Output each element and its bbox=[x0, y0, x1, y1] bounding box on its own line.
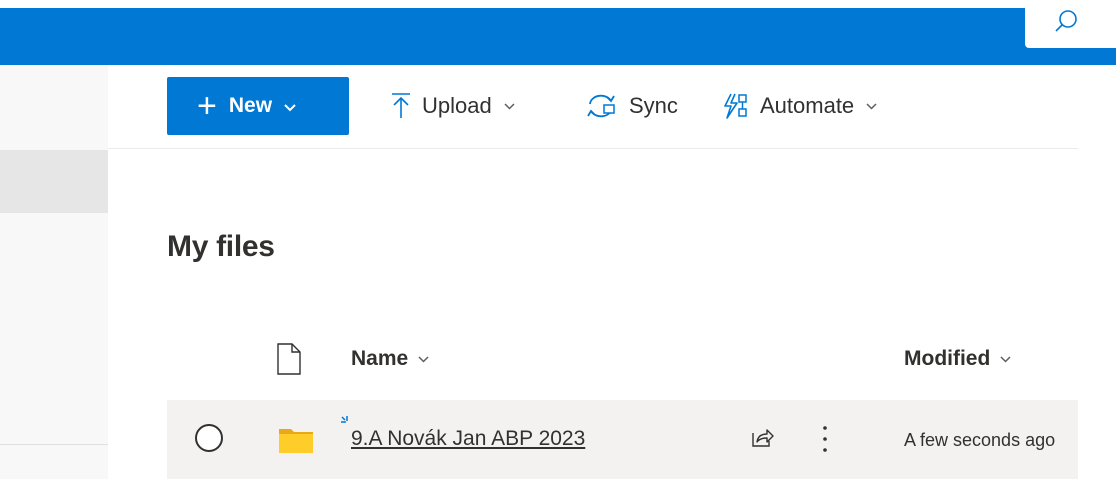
name-column-label: Name bbox=[351, 347, 409, 370]
chevron-down-icon bbox=[284, 94, 296, 118]
chevron-down-icon bbox=[1000, 355, 1011, 363]
chevron-down-icon bbox=[866, 102, 877, 110]
modified-column-label: Modified bbox=[904, 347, 991, 370]
nav-divider bbox=[0, 444, 108, 445]
more-icon[interactable] bbox=[821, 424, 829, 454]
sync-label: Sync bbox=[629, 93, 678, 118]
sync-button[interactable]: Sync bbox=[583, 77, 678, 135]
share-icon[interactable] bbox=[750, 425, 774, 449]
page-title: My files bbox=[167, 230, 275, 263]
search-icon[interactable] bbox=[1053, 9, 1079, 35]
automate-icon bbox=[722, 92, 750, 120]
left-navigation bbox=[0, 65, 108, 479]
file-name-link[interactable]: 9.A Novák Jan ABP 2023 bbox=[351, 427, 585, 451]
plus-icon: + bbox=[197, 87, 217, 125]
new-button-label: New bbox=[228, 94, 273, 117]
suite-header-bar bbox=[0, 8, 1116, 65]
nav-item-selected[interactable] bbox=[0, 150, 108, 213]
search-box[interactable] bbox=[1025, 0, 1116, 48]
automate-label: Automate bbox=[760, 93, 855, 118]
top-edge bbox=[0, 0, 1116, 8]
file-type-icon bbox=[277, 343, 301, 375]
command-bar: + New Upload Sync Automate bbox=[108, 65, 1078, 149]
file-type-column-header[interactable] bbox=[276, 338, 302, 380]
upload-button[interactable]: Upload bbox=[390, 77, 515, 135]
upload-label: Upload bbox=[422, 93, 492, 118]
file-row[interactable]: 9.A Novák Jan ABP 2023 A few seconds ago bbox=[167, 400, 1078, 479]
modified-date: A few seconds ago bbox=[904, 430, 1056, 450]
name-column-header[interactable]: Name bbox=[351, 338, 429, 380]
sync-icon bbox=[583, 91, 619, 121]
new-button[interactable]: + New bbox=[167, 77, 349, 135]
chevron-down-icon bbox=[418, 355, 429, 363]
modified-column-header[interactable]: Modified bbox=[904, 338, 1011, 380]
chevron-down-icon bbox=[504, 102, 515, 110]
row-select-checkbox[interactable] bbox=[195, 424, 223, 452]
upload-icon bbox=[390, 92, 412, 120]
automate-button[interactable]: Automate bbox=[722, 77, 877, 135]
folder-icon bbox=[279, 429, 313, 453]
